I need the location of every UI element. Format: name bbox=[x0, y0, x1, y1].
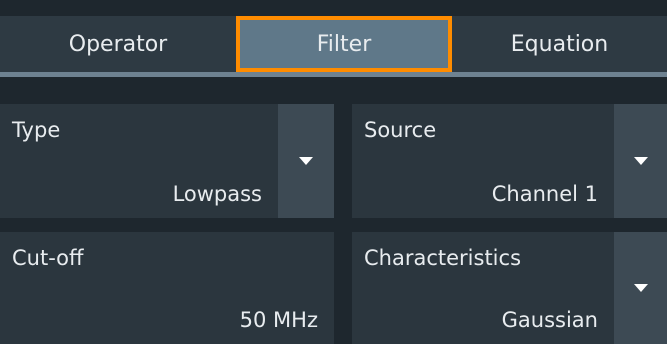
type-dropdown-button[interactable] bbox=[278, 104, 334, 218]
tab-operator[interactable]: Operator bbox=[0, 16, 236, 72]
chevron-down-icon bbox=[633, 157, 648, 165]
characteristics-value: Gaussian bbox=[501, 308, 598, 332]
cutoff-value: 50 MHz bbox=[239, 308, 318, 332]
cutoff-field[interactable]: Cut-off 50 MHz bbox=[0, 232, 334, 344]
characteristics-dropdown-button[interactable] bbox=[614, 232, 667, 344]
chevron-down-icon bbox=[299, 157, 313, 165]
type-label: Type bbox=[12, 118, 61, 142]
cutoff-label: Cut-off bbox=[12, 246, 84, 270]
tab-filter[interactable]: Filter bbox=[236, 16, 452, 72]
tab-equation-label: Equation bbox=[510, 31, 609, 57]
characteristics-field[interactable]: Characteristics Gaussian bbox=[352, 232, 614, 344]
filter-settings-panel: Operator Filter Equation Type Lowpass So… bbox=[0, 0, 667, 344]
source-field[interactable]: Source Channel 1 bbox=[352, 104, 614, 218]
tab-bar: Operator Filter Equation bbox=[0, 16, 667, 72]
tab-equation[interactable]: Equation bbox=[452, 16, 667, 72]
source-dropdown-button[interactable] bbox=[614, 104, 667, 218]
tab-operator-label: Operator bbox=[68, 31, 168, 57]
tab-underline bbox=[0, 72, 667, 77]
type-value: Lowpass bbox=[172, 182, 262, 206]
characteristics-label: Characteristics bbox=[364, 246, 522, 270]
source-label: Source bbox=[364, 118, 437, 142]
type-field[interactable]: Type Lowpass bbox=[0, 104, 278, 218]
chevron-down-icon bbox=[633, 284, 648, 292]
source-value: Channel 1 bbox=[491, 182, 598, 206]
tab-filter-label: Filter bbox=[316, 31, 372, 57]
